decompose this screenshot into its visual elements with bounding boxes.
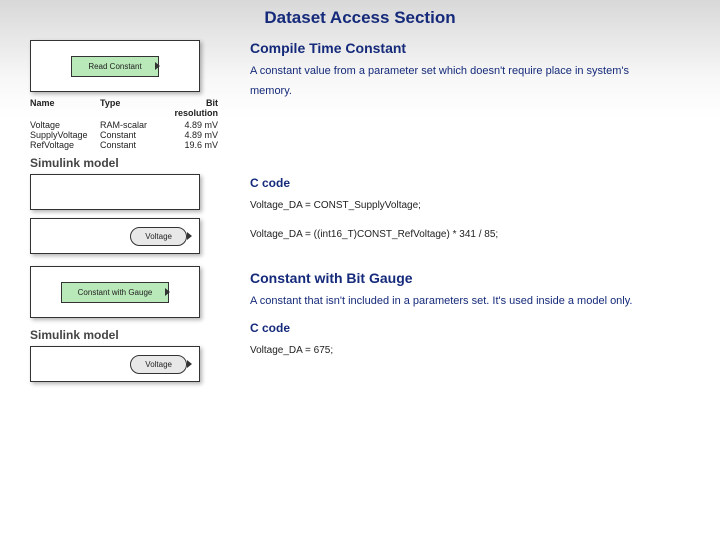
simulink-frame-voltage: Voltage xyxy=(30,218,200,254)
td-type: Constant xyxy=(100,130,162,140)
table-header: Name Type Bit resolution xyxy=(30,98,240,120)
output-port-icon xyxy=(155,62,160,70)
output-port-icon xyxy=(165,288,170,296)
block-inner-read-constant: Read Constant xyxy=(71,56,158,77)
section-desc-bitgauge: A constant that isn't included in a para… xyxy=(250,292,670,312)
voltage-block: Voltage xyxy=(130,227,187,246)
code-line: Voltage_DA = CONST_SupplyVoltage; xyxy=(250,200,670,211)
left-column: Read Constant Name Type Bit resolution V… xyxy=(30,40,230,382)
table-row: RefVoltage Constant 19.6 mV xyxy=(30,140,240,150)
block-label: Constant with Gauge xyxy=(78,288,153,297)
voltage-block-label: Voltage xyxy=(145,232,172,241)
td-type: RAM-scalar xyxy=(100,120,162,130)
th-type: Type xyxy=(100,98,162,118)
simulink-examples: Voltage xyxy=(30,174,230,254)
code-line: Voltage_DA = 675; xyxy=(250,345,670,356)
params-table: Name Type Bit resolution Voltage RAM-sca… xyxy=(30,98,240,150)
simulink-block-read-constant: Read Constant xyxy=(30,40,200,92)
td-bitres: 19.6 mV xyxy=(162,140,232,150)
block-inner-constant-gauge: Constant with Gauge xyxy=(61,282,170,303)
th-bitres: Bit resolution xyxy=(162,98,232,118)
block-label: Read Constant xyxy=(88,62,141,71)
simulink-model-label: Simulink model xyxy=(30,156,230,170)
ccode-label: C code xyxy=(250,176,670,190)
simulink-frame-empty xyxy=(30,174,200,210)
voltage-block-label: Voltage xyxy=(145,360,172,369)
td-name: SupplyVoltage xyxy=(30,130,100,140)
td-bitres: 4.89 mV xyxy=(162,130,232,140)
right-column: Compile Time Constant A constant value f… xyxy=(250,40,700,382)
content-grid: Read Constant Name Type Bit resolution V… xyxy=(0,28,720,382)
simulink-frame-voltage-2: Voltage xyxy=(30,346,200,382)
section-title-compile-time: Compile Time Constant xyxy=(250,40,670,56)
simulink-block-constant-gauge: Constant with Gauge xyxy=(30,266,200,318)
th-name: Name xyxy=(30,98,100,118)
table-row: Voltage RAM-scalar 4.89 mV xyxy=(30,120,240,130)
section-desc-compile-time: A constant value from a parameter set wh… xyxy=(250,62,670,102)
section-title-bitgauge: Constant with Bit Gauge xyxy=(250,270,670,286)
section2-left: Constant with Gauge Simulink model Volta… xyxy=(30,266,230,382)
table-row: SupplyVoltage Constant 4.89 mV xyxy=(30,130,240,140)
voltage-block: Voltage xyxy=(130,355,187,374)
output-port-icon xyxy=(187,232,192,240)
td-name: Voltage xyxy=(30,120,100,130)
simulink-model-label: Simulink model xyxy=(30,328,230,342)
td-name: RefVoltage xyxy=(30,140,100,150)
td-type: Constant xyxy=(100,140,162,150)
page-title: Dataset Access Section xyxy=(0,0,720,28)
td-bitres: 4.89 mV xyxy=(162,120,232,130)
code-line: Voltage_DA = ((int16_T)CONST_RefVoltage)… xyxy=(250,229,670,240)
ccode-label: C code xyxy=(250,321,670,335)
output-port-icon xyxy=(187,360,192,368)
